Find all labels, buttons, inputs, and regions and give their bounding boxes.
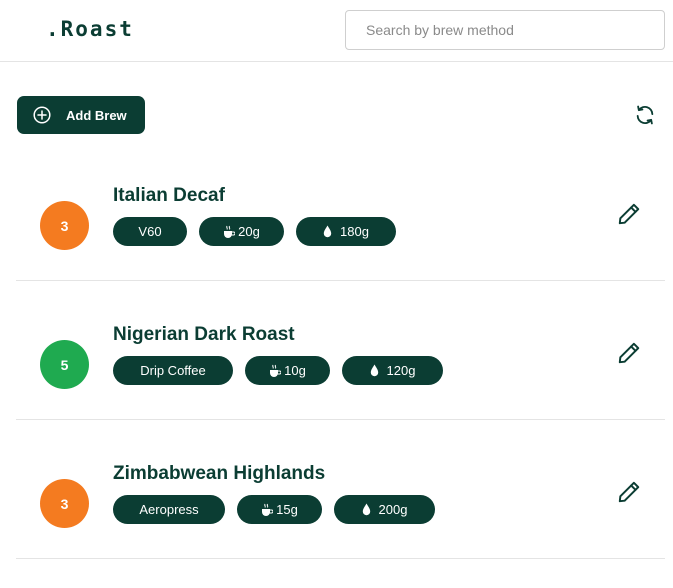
brew-tags: V60 20g 180g — [113, 217, 396, 246]
edit-pencil-icon[interactable] — [616, 479, 642, 505]
water-amount-tag: 180g — [296, 217, 396, 246]
brew-name: Italian Decaf — [113, 185, 225, 206]
method-tag: Drip Coffee — [113, 356, 233, 385]
brew-name: Zimbabwean Highlands — [113, 463, 326, 484]
brew-card: 3 Italian Decaf V60 20g 180g — [16, 143, 665, 281]
method-label: Aeropress — [139, 502, 199, 517]
coffee-cup-icon — [224, 225, 236, 238]
coffee-dose-tag: 15g — [237, 495, 322, 524]
brew-card: 5 Nigerian Dark Roast Drip Coffee 10g 120g — [16, 282, 665, 420]
plus-circle-icon — [33, 106, 51, 124]
water-amount-label: 200g — [378, 502, 408, 517]
app-logo[interactable]: .Roast — [46, 17, 134, 41]
refresh-icon[interactable] — [634, 104, 656, 126]
rating-badge: 5 — [40, 340, 89, 389]
water-amount-tag: 120g — [342, 356, 443, 385]
brew-tags: Aeropress 15g 200g — [113, 495, 435, 524]
method-label: Drip Coffee — [140, 363, 206, 378]
coffee-dose-tag: 20g — [199, 217, 284, 246]
coffee-dose-label: 20g — [238, 224, 260, 239]
water-drop-icon — [370, 364, 378, 377]
water-amount-tag: 200g — [334, 495, 435, 524]
coffee-cup-icon — [270, 364, 282, 377]
coffee-dose-label: 15g — [276, 502, 298, 517]
edit-pencil-icon[interactable] — [616, 201, 642, 227]
coffee-cup-icon — [262, 503, 274, 516]
method-tag: V60 — [113, 217, 187, 246]
brew-tags: Drip Coffee 10g 120g — [113, 356, 443, 385]
coffee-dose-tag: 10g — [245, 356, 330, 385]
edit-pencil-icon[interactable] — [616, 340, 642, 366]
add-brew-label: Add Brew — [66, 107, 127, 123]
rating-badge: 3 — [40, 479, 89, 528]
method-label: V60 — [138, 224, 162, 239]
method-tag: Aeropress — [113, 495, 225, 524]
add-brew-button[interactable]: Add Brew — [17, 96, 145, 134]
water-amount-label: 120g — [386, 363, 416, 378]
brew-card: 3 Zimbabwean Highlands Aeropress 15g 200g — [16, 421, 665, 559]
top-bar: .Roast — [0, 0, 673, 62]
water-drop-icon — [362, 503, 370, 516]
brew-name: Nigerian Dark Roast — [113, 324, 295, 345]
water-amount-label: 180g — [340, 224, 369, 239]
search-input[interactable] — [345, 10, 665, 50]
coffee-dose-label: 10g — [284, 363, 306, 378]
rating-badge: 3 — [40, 201, 89, 250]
water-drop-icon — [323, 225, 332, 238]
